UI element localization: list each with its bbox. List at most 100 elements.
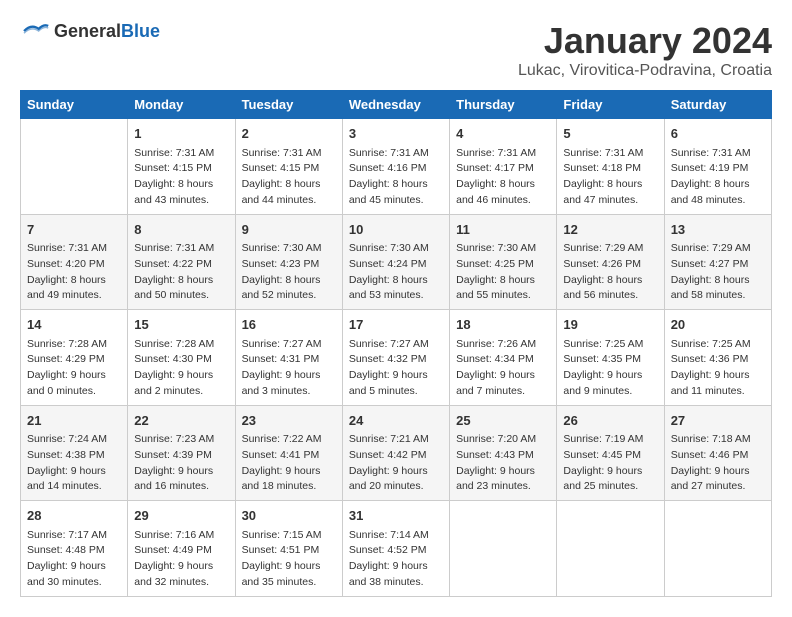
cell-info-line: and 32 minutes. [134, 575, 228, 591]
cell-info-line: Sunrise: 7:20 AM [456, 432, 550, 448]
day-number: 3 [349, 124, 443, 144]
day-number: 7 [27, 220, 121, 240]
cell-info-line: and 14 minutes. [27, 479, 121, 495]
cell-info-line: Sunrise: 7:31 AM [242, 146, 336, 162]
cell-info-line: and 58 minutes. [671, 288, 765, 304]
cell-info-line: Daylight: 8 hours [456, 273, 550, 289]
day-of-week-header: Tuesday [235, 91, 342, 119]
cell-info-line: and 55 minutes. [456, 288, 550, 304]
cell-info-line: Sunset: 4:24 PM [349, 257, 443, 273]
day-number: 17 [349, 315, 443, 335]
calendar-cell: 6Sunrise: 7:31 AMSunset: 4:19 PMDaylight… [664, 119, 771, 215]
cell-info-line: Daylight: 8 hours [671, 273, 765, 289]
cell-info-line: Daylight: 9 hours [27, 559, 121, 575]
cell-info-line: Daylight: 9 hours [671, 368, 765, 384]
location-subtitle: Lukac, Virovitica-Podravina, Croatia [518, 62, 772, 80]
calendar-cell: 1Sunrise: 7:31 AMSunset: 4:15 PMDaylight… [128, 119, 235, 215]
day-number: 13 [671, 220, 765, 240]
cell-info-line: and 16 minutes. [134, 479, 228, 495]
cell-info-line: Daylight: 8 hours [242, 273, 336, 289]
cell-info-line: Sunset: 4:27 PM [671, 257, 765, 273]
day-number: 31 [349, 506, 443, 526]
cell-info-line: Daylight: 9 hours [27, 368, 121, 384]
calendar-cell: 12Sunrise: 7:29 AMSunset: 4:26 PMDayligh… [557, 214, 664, 310]
day-number: 21 [27, 411, 121, 431]
calendar-week-row: 1Sunrise: 7:31 AMSunset: 4:15 PMDaylight… [21, 119, 772, 215]
calendar-cell: 24Sunrise: 7:21 AMSunset: 4:42 PMDayligh… [342, 405, 449, 501]
calendar-cell: 14Sunrise: 7:28 AMSunset: 4:29 PMDayligh… [21, 310, 128, 406]
calendar-cell: 23Sunrise: 7:22 AMSunset: 4:41 PMDayligh… [235, 405, 342, 501]
cell-info-line: Sunset: 4:25 PM [456, 257, 550, 273]
cell-info-line: Sunset: 4:17 PM [456, 161, 550, 177]
calendar-cell: 21Sunrise: 7:24 AMSunset: 4:38 PMDayligh… [21, 405, 128, 501]
cell-info-line: Sunrise: 7:31 AM [563, 146, 657, 162]
cell-info-line: Sunset: 4:43 PM [456, 448, 550, 464]
cell-info-line: Sunset: 4:22 PM [134, 257, 228, 273]
cell-info-line: and 50 minutes. [134, 288, 228, 304]
day-number: 20 [671, 315, 765, 335]
cell-info-line: Sunset: 4:23 PM [242, 257, 336, 273]
calendar-cell: 31Sunrise: 7:14 AMSunset: 4:52 PMDayligh… [342, 501, 449, 597]
cell-info-line: Sunset: 4:32 PM [349, 352, 443, 368]
calendar-cell: 30Sunrise: 7:15 AMSunset: 4:51 PMDayligh… [235, 501, 342, 597]
cell-info-line: Sunset: 4:15 PM [134, 161, 228, 177]
cell-info-line: Daylight: 9 hours [563, 368, 657, 384]
calendar-cell [557, 501, 664, 597]
cell-info-line: and 9 minutes. [563, 384, 657, 400]
day-number: 1 [134, 124, 228, 144]
calendar-cell: 29Sunrise: 7:16 AMSunset: 4:49 PMDayligh… [128, 501, 235, 597]
calendar-cell: 18Sunrise: 7:26 AMSunset: 4:34 PMDayligh… [450, 310, 557, 406]
calendar-cell: 2Sunrise: 7:31 AMSunset: 4:15 PMDaylight… [235, 119, 342, 215]
cell-info-line: Sunset: 4:35 PM [563, 352, 657, 368]
day-number: 22 [134, 411, 228, 431]
cell-info-line: Sunset: 4:52 PM [349, 543, 443, 559]
cell-info-line: Daylight: 9 hours [134, 559, 228, 575]
cell-info-line: and 48 minutes. [671, 193, 765, 209]
cell-info-line: Daylight: 9 hours [134, 368, 228, 384]
cell-info-line: Sunrise: 7:30 AM [242, 241, 336, 257]
cell-info-line: Daylight: 9 hours [349, 559, 443, 575]
cell-info-line: and 30 minutes. [27, 575, 121, 591]
cell-info-line: Sunset: 4:46 PM [671, 448, 765, 464]
day-number: 24 [349, 411, 443, 431]
calendar-cell: 5Sunrise: 7:31 AMSunset: 4:18 PMDaylight… [557, 119, 664, 215]
calendar-cell: 28Sunrise: 7:17 AMSunset: 4:48 PMDayligh… [21, 501, 128, 597]
calendar-cell: 9Sunrise: 7:30 AMSunset: 4:23 PMDaylight… [235, 214, 342, 310]
cell-info-line: Sunrise: 7:31 AM [671, 146, 765, 162]
day-number: 9 [242, 220, 336, 240]
calendar-cell: 20Sunrise: 7:25 AMSunset: 4:36 PMDayligh… [664, 310, 771, 406]
day-number: 18 [456, 315, 550, 335]
cell-info-line: Daylight: 8 hours [349, 177, 443, 193]
cell-info-line: Sunset: 4:16 PM [349, 161, 443, 177]
day-number: 25 [456, 411, 550, 431]
cell-info-line: Sunset: 4:31 PM [242, 352, 336, 368]
calendar-week-row: 14Sunrise: 7:28 AMSunset: 4:29 PMDayligh… [21, 310, 772, 406]
day-of-week-header: Sunday [21, 91, 128, 119]
cell-info-line: Sunset: 4:38 PM [27, 448, 121, 464]
cell-info-line: and 53 minutes. [349, 288, 443, 304]
cell-info-line: Sunrise: 7:31 AM [456, 146, 550, 162]
cell-info-line: Sunrise: 7:29 AM [563, 241, 657, 257]
cell-info-line: Daylight: 9 hours [242, 559, 336, 575]
day-of-week-header: Saturday [664, 91, 771, 119]
calendar-cell: 25Sunrise: 7:20 AMSunset: 4:43 PMDayligh… [450, 405, 557, 501]
cell-info-line: Sunset: 4:41 PM [242, 448, 336, 464]
title-block: January 2024 Lukac, Virovitica-Podravina… [518, 20, 772, 80]
logo-icon [20, 20, 50, 42]
cell-info-line: Sunset: 4:26 PM [563, 257, 657, 273]
cell-info-line: and 23 minutes. [456, 479, 550, 495]
cell-info-line: and 47 minutes. [563, 193, 657, 209]
logo: GeneralBlue [20, 20, 160, 42]
cell-info-line: and 56 minutes. [563, 288, 657, 304]
day-number: 10 [349, 220, 443, 240]
cell-info-line: Sunset: 4:48 PM [27, 543, 121, 559]
cell-info-line: Sunrise: 7:28 AM [27, 337, 121, 353]
cell-info-line: Sunrise: 7:27 AM [242, 337, 336, 353]
cell-info-line: Sunset: 4:15 PM [242, 161, 336, 177]
cell-info-line: Daylight: 9 hours [27, 464, 121, 480]
cell-info-line: Sunset: 4:19 PM [671, 161, 765, 177]
cell-info-line: Daylight: 8 hours [563, 273, 657, 289]
calendar-cell: 8Sunrise: 7:31 AMSunset: 4:22 PMDaylight… [128, 214, 235, 310]
calendar-cell [450, 501, 557, 597]
day-number: 27 [671, 411, 765, 431]
